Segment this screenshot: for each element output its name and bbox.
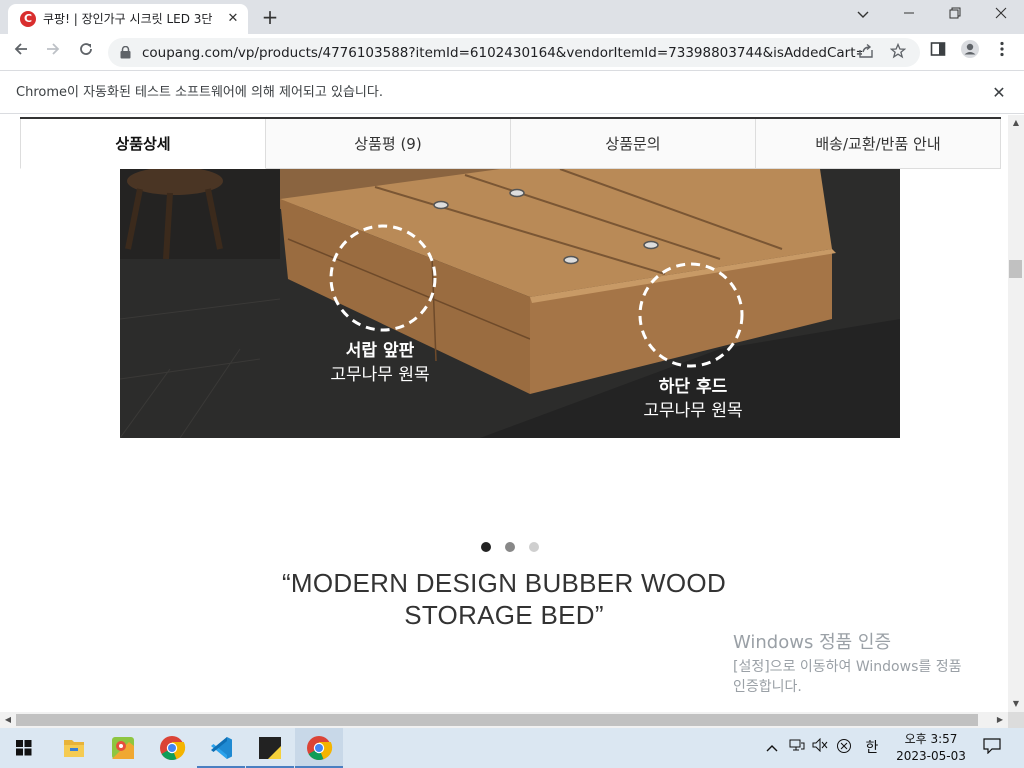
- windows-taskbar: 한 오후 3:57 2023-05-03: [0, 728, 1024, 768]
- activation-line-1: [설정]으로 이동하여 Windows를 정품: [733, 659, 962, 675]
- caption-drawer-front: 서랍 앞판 고무나무 원목: [310, 339, 450, 387]
- menu-kebab-icon[interactable]: [989, 39, 1015, 65]
- blocked-status-icon[interactable]: [834, 738, 854, 758]
- browser-tab[interactable]: C 쿠팡! | 장인가구 시크릿 LED 3단 ✕: [8, 4, 248, 34]
- reload-icon[interactable]: [73, 39, 99, 65]
- chrome-active-icon: [307, 736, 333, 760]
- caption-drawer-front-title: 서랍 앞판: [345, 341, 415, 361]
- taskbar-clock[interactable]: 오후 3:57 2023-05-03: [886, 731, 976, 765]
- tab-product-reviews[interactable]: 상품평 (9): [266, 119, 511, 169]
- taskbar-sticky-notes[interactable]: [246, 728, 294, 768]
- product-headline: “MODERN DESIGN BUBBER WOOD STORAGE BED”: [240, 567, 768, 631]
- taskbar-chrome[interactable]: [148, 728, 196, 768]
- storage-bed-illustration: [120, 169, 900, 438]
- tab-product-detail[interactable]: 상품상세: [20, 119, 266, 169]
- window-close-icon[interactable]: [978, 2, 1024, 30]
- caption-drawer-front-material: 고무나무 원목: [330, 365, 430, 385]
- page-viewport: 상품상세 상품평 (9) 상품문의 배송/교환/반품 안내 서랍 앞판 고무나무…: [0, 115, 1008, 712]
- address-bar[interactable]: coupang.com/vp/products/4776103588?itemI…: [108, 38, 920, 67]
- vscode-icon: [211, 737, 232, 759]
- tab-search-chevron-icon[interactable]: [840, 2, 886, 30]
- automation-infobar: Chrome이 자동화된 테스트 소프트웨어에 의해 제어되고 있습니다. ✕: [0, 72, 1024, 114]
- activation-title: Windows 정품 인증: [733, 632, 892, 653]
- side-panel-icon[interactable]: [925, 39, 951, 65]
- caption-bottom-hood-title: 하단 후드: [658, 377, 728, 397]
- folder-icon: [64, 740, 84, 757]
- windows-activation-watermark: Windows 정품 인증 [설정]으로 이동하여 Windows를 정품 인증…: [733, 632, 1003, 697]
- headline-line-2: STORAGE BED”: [404, 600, 604, 630]
- chrome-icon: [160, 736, 186, 760]
- carousel-dot-1[interactable]: [481, 542, 491, 552]
- vertical-scroll-thumb[interactable]: [1009, 260, 1022, 278]
- tray-chevron-up-icon[interactable]: [763, 738, 781, 758]
- carousel-dot-2[interactable]: [505, 542, 515, 552]
- url-text[interactable]: coupang.com/vp/products/4776103588?itemI…: [142, 45, 862, 61]
- taskbar-maps-app[interactable]: [99, 728, 147, 768]
- taskbar-vscode[interactable]: [197, 728, 245, 768]
- coupang-favicon-icon: C: [20, 11, 36, 27]
- clock-time: 오후 3:57: [904, 732, 958, 746]
- map-pin-app-icon: [112, 737, 134, 759]
- scroll-left-arrow-icon[interactable]: ◀: [0, 712, 16, 728]
- taskbar-chrome-active[interactable]: [295, 728, 343, 768]
- vertical-scrollbar[interactable]: [1008, 115, 1024, 712]
- volume-muted-icon[interactable]: [810, 737, 830, 758]
- tab-product-inquiry[interactable]: 상품문의: [511, 119, 756, 169]
- product-detail-tabs: 상품상세 상품평 (9) 상품문의 배송/교환/반품 안내: [20, 117, 1001, 169]
- profile-avatar-icon[interactable]: [957, 39, 983, 65]
- network-icon[interactable]: [787, 738, 807, 758]
- lock-icon[interactable]: [120, 46, 131, 59]
- notification-center-icon[interactable]: [982, 738, 1002, 758]
- product-image: 서랍 앞판 고무나무 원목 하단 후드 고무나무 원목: [120, 169, 900, 438]
- browser-toolbar: coupang.com/vp/products/4776103588?itemI…: [0, 34, 1024, 71]
- clock-date: 2023-05-03: [896, 749, 966, 763]
- ime-indicator[interactable]: 한: [862, 738, 882, 758]
- caption-bottom-hood: 하단 후드 고무나무 원목: [623, 375, 763, 423]
- minimize-icon[interactable]: [886, 2, 932, 30]
- infobar-close-icon[interactable]: ✕: [988, 83, 1010, 103]
- horizontal-scroll-thumb[interactable]: [16, 714, 978, 726]
- scrollbar-corner: [1008, 712, 1024, 728]
- new-tab-plus-icon[interactable]: +: [258, 6, 282, 28]
- tab-close-icon[interactable]: ✕: [224, 10, 242, 28]
- infobar-message: Chrome이 자동화된 테스트 소프트웨어에 의해 제어되고 있습니다.: [16, 85, 383, 100]
- back-arrow-icon[interactable]: [8, 39, 34, 65]
- windows-logo-icon: [16, 740, 32, 756]
- share-icon[interactable]: [856, 43, 876, 63]
- tab-title: 쿠팡! | 장인가구 시크릿 LED 3단: [43, 12, 213, 26]
- sticky-notes-icon: [259, 737, 281, 759]
- headline-line-1: “MODERN DESIGN BUBBER WOOD: [281, 568, 727, 598]
- tab-shipping-returns[interactable]: 배송/교환/반품 안내: [756, 119, 1001, 169]
- restore-icon[interactable]: [932, 2, 978, 30]
- scroll-right-arrow-icon[interactable]: ▶: [992, 712, 1008, 728]
- browser-tab-strip: C 쿠팡! | 장인가구 시크릿 LED 3단 ✕ +: [0, 0, 1024, 34]
- activation-line-2: 인증합니다.: [733, 679, 802, 695]
- forward-arrow-icon[interactable]: [40, 39, 66, 65]
- taskbar-file-explorer[interactable]: [50, 728, 98, 768]
- bookmark-star-icon[interactable]: [888, 42, 908, 63]
- carousel-dot-3[interactable]: [529, 542, 539, 552]
- caption-bottom-hood-material: 고무나무 원목: [643, 401, 743, 421]
- start-button[interactable]: [0, 728, 48, 768]
- scroll-down-arrow-icon[interactable]: ▼: [1008, 696, 1024, 712]
- scroll-up-arrow-icon[interactable]: ▲: [1008, 115, 1024, 131]
